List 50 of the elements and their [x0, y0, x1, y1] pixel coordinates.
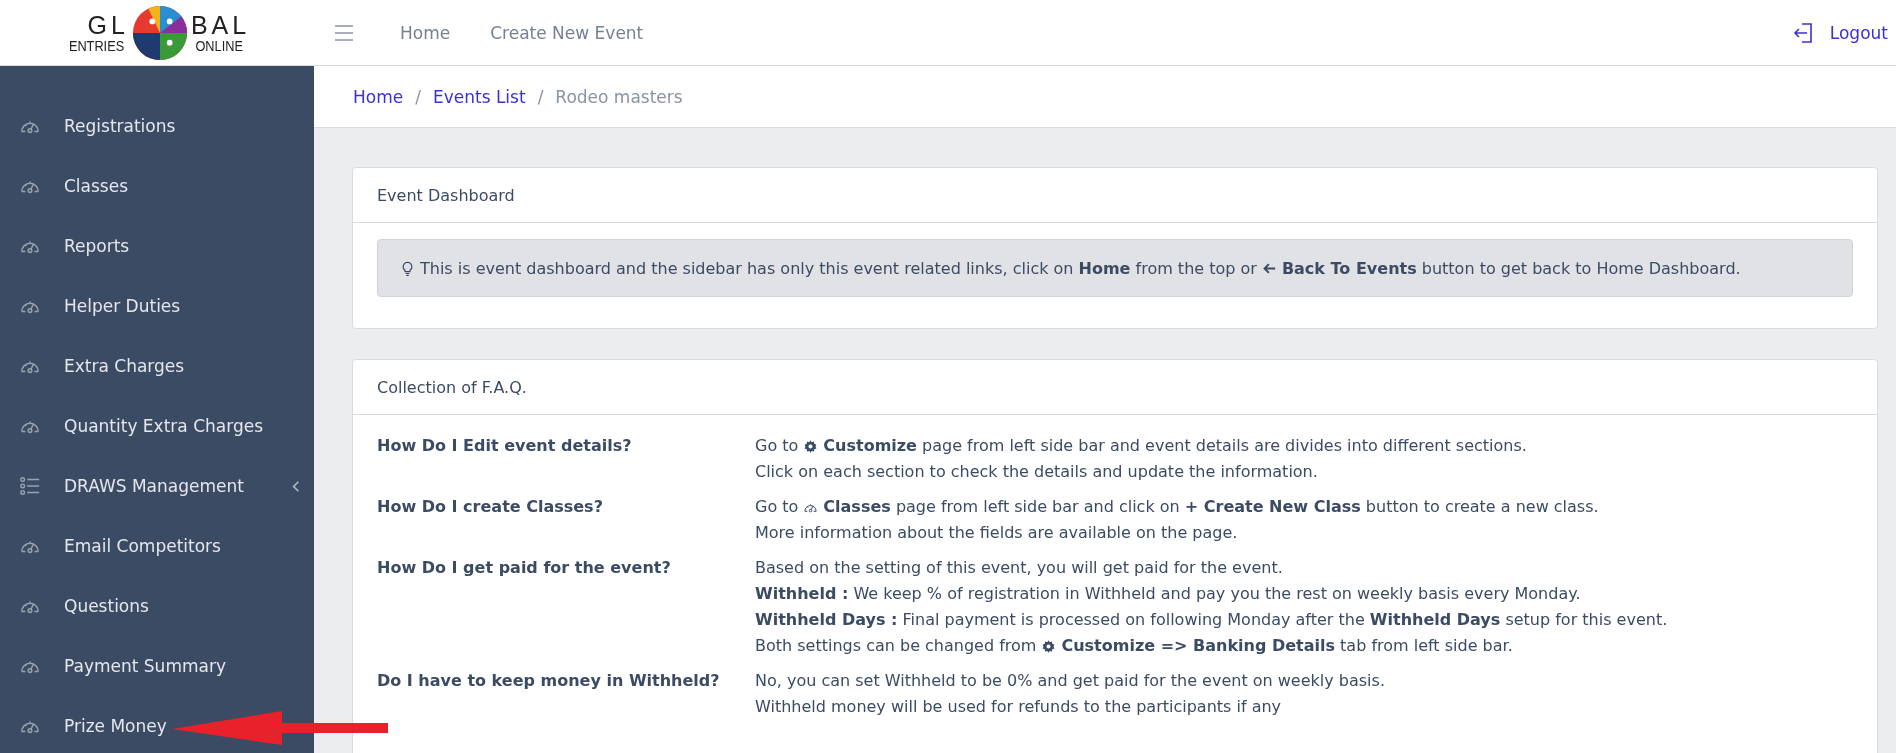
- breadcrumb-link[interactable]: Events List: [432, 86, 526, 107]
- logout-link[interactable]: Logout: [1791, 20, 1888, 45]
- list-icon: [18, 475, 42, 497]
- breadcrumb-link[interactable]: Home: [353, 86, 404, 107]
- caret-icon: [292, 479, 300, 493]
- logo-ball-icon: [130, 3, 189, 62]
- faq-answer-line: Customize page from left side bar and event details are divides into different sections.: [823, 435, 1527, 457]
- faq-question: How Do I Edit event details?: [377, 435, 633, 457]
- faq-answer-line: Both settings can be changed from: [755, 635, 1037, 657]
- faq-answer-line: Customize => Banking Details tab from left side bar.: [1061, 635, 1513, 657]
- breadcrumb-current: Rodeo masters: [555, 86, 683, 107]
- faq-answer-line: More information about the fields are available on the page.: [755, 522, 1238, 544]
- nav-link[interactable]: Home: [400, 22, 451, 43]
- faq-question: Do I have to keep money in Withheld?: [377, 670, 721, 692]
- faq-answer-line: Click on each section to check the details and update the information.: [755, 461, 1318, 483]
- sidebar-item[interactable]: DRAWS Management: [0, 456, 314, 516]
- logo-text: ONLINE: [195, 37, 244, 53]
- faq-answer-line: Withheld money will be used for refunds to the participants if any: [755, 696, 1282, 718]
- alert-text: This is event dashboard and the sidebar has only this event related links, click on Home from the top or: [420, 258, 1257, 278]
- logo-text: BAL: [190, 12, 251, 38]
- sidebar-item[interactable]: Helper Duties: [0, 276, 314, 336]
- faq-answer-line: No, you can set Withheld to be 0% and get paid for the event on weekly basis.: [755, 670, 1385, 692]
- breadcrumb-separator: /: [415, 86, 421, 107]
- faq-answer-line: Classes page from left side bar and click on + Create New Class button to create a new class.: [823, 496, 1599, 518]
- nav-link[interactable]: Create New Event: [490, 22, 644, 43]
- sidebar-item[interactable]: Questions: [0, 576, 314, 636]
- sidebar-item[interactable]: Payment Summary: [0, 636, 314, 696]
- faq-answer-line: Go to: [755, 435, 799, 457]
- alert-text: Back To Events button to get back to Home Dashboard.: [1281, 258, 1741, 278]
- sidebar-item[interactable]: Registrations: [0, 96, 314, 156]
- faq-answer-line: Go to: [755, 496, 799, 518]
- sidebar-item[interactable]: Quantity Extra Charges: [0, 396, 314, 456]
- sidebar-item[interactable]: Reports: [0, 216, 314, 276]
- sidebar-item[interactable]: Classes: [0, 156, 314, 216]
- logo-text: GL: [87, 12, 129, 38]
- faq-answer-line: Withheld : We keep % of registration in Withheld and pay you the rest on weekly basis every Monday.: [755, 583, 1581, 605]
- lightbulb-icon: [400, 260, 415, 276]
- faq-answer-line: Based on the setting of this event, you will get paid for the event.: [755, 557, 1283, 579]
- faq-question: How Do I create Classes?: [377, 496, 604, 518]
- faq-answer-line: Withheld Days : Final payment is processed on following Monday after the Withheld Days setup for this event.: [755, 609, 1668, 631]
- sidebar-item[interactable]: Extra Charges: [0, 336, 314, 396]
- faq-question: How Do I get paid for the event?: [377, 557, 672, 579]
- breadcrumb-separator: /: [537, 86, 544, 107]
- gear-icon: [803, 438, 819, 454]
- gear-icon: [1041, 638, 1057, 654]
- card-title: Event Dashboard: [353, 168, 1877, 223]
- sidebar-item[interactable]: Email Competitors: [0, 516, 314, 576]
- logo-text: ENTRIES: [68, 37, 124, 53]
- sidebar-item[interactable]: Prize Money: [0, 696, 314, 753]
- card-title: Collection of F.A.Q.: [353, 360, 1877, 415]
